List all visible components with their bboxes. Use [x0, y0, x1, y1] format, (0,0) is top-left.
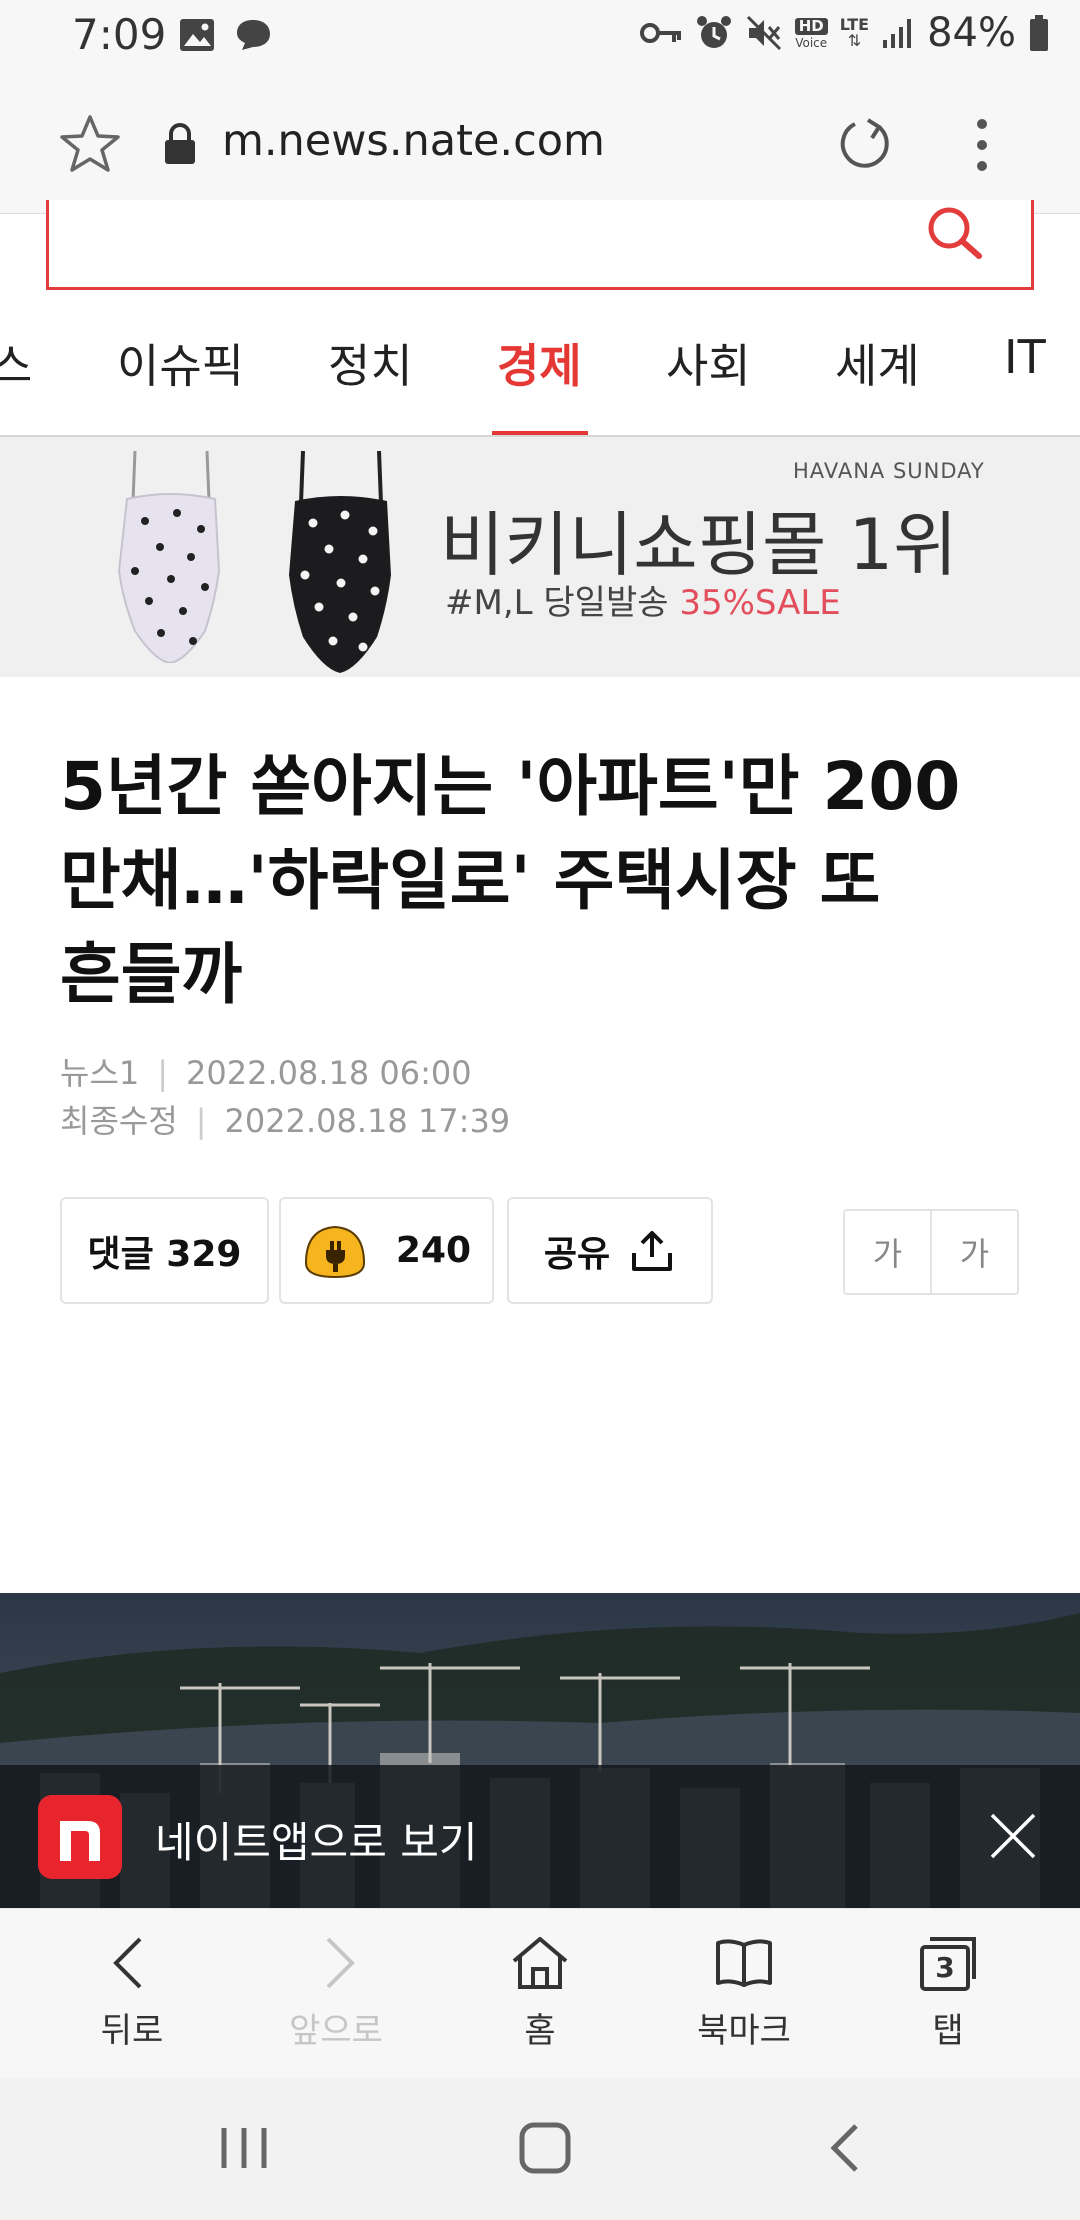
- article-meta-modified: 최종수정 | 2022.08.18 17:39: [60, 1096, 510, 1142]
- article-title-line: 만채…'하락일로' 주택시장 또: [60, 842, 881, 919]
- status-time: 7:09: [72, 10, 167, 59]
- chat-bubble-icon: [237, 20, 270, 50]
- forward-button[interactable]: 앞으로: [266, 1931, 406, 2052]
- home-label: 홈: [524, 2011, 556, 2051]
- comments-label: 댓글 329: [87, 1233, 242, 1275]
- ad-subtitle: #M,L 당일발송 35%SALE: [445, 575, 841, 624]
- tabs-label: 탭: [932, 2011, 964, 2051]
- category-tab-society[interactable]: 사회: [666, 330, 751, 396]
- reaction-emoji-icon: [304, 1225, 365, 1278]
- category-tab-politics[interactable]: 정치: [328, 330, 413, 396]
- category-tab-world[interactable]: 세계: [835, 330, 920, 396]
- bookmarks-button[interactable]: 북마크: [674, 1931, 814, 2052]
- app-banner-text[interactable]: 네이트앱으로 보기: [155, 1809, 477, 1870]
- article-title-line: 흔들까: [60, 936, 243, 1013]
- comments-button[interactable]: 댓글 329: [60, 1197, 269, 1304]
- more-menu-icon[interactable]: [968, 116, 996, 174]
- share-label: 공유: [543, 1233, 611, 1275]
- nate-app-logo: [38, 1795, 122, 1879]
- status-bar: 7:09 HD Voice LTE ⇅ 84%: [0, 0, 1080, 72]
- category-tab-economy[interactable]: 경제: [497, 330, 582, 396]
- back-label: 뒤로: [100, 2011, 164, 2051]
- reload-icon[interactable]: [835, 116, 893, 174]
- nate-n-logo-icon: [60, 1821, 100, 1861]
- key-icon: [639, 23, 681, 43]
- modified-label: 최종수정: [60, 1102, 178, 1140]
- ad-banner[interactable]: HAVANA SUNDAY 비키니쇼핑몰 1위 #M,L 당일발송 35%SAL…: [0, 437, 1080, 677]
- tabs-icon: 3: [916, 1931, 980, 1995]
- chevron-left-icon: [113, 1937, 142, 1989]
- hd-label: HD: [794, 17, 828, 35]
- url-bar: m.news.nate.com: [0, 72, 1080, 214]
- reaction-count: 240: [395, 1230, 472, 1271]
- search-icon[interactable]: [923, 206, 987, 262]
- image-icon: [180, 19, 214, 51]
- share-button[interactable]: 공유: [507, 1197, 713, 1304]
- category-tab-partial[interactable]: 스: [0, 330, 32, 396]
- chevron-right-icon: [326, 1937, 355, 1989]
- home-nav-icon[interactable]: [515, 2118, 575, 2178]
- black-swimsuit-image: [289, 451, 391, 673]
- ad-subtitle-text: #M,L 당일발송: [445, 583, 680, 623]
- tab-count: 3: [935, 1951, 955, 1984]
- category-nav: 스 이슈픽 정치 경제 사회 세계 IT: [0, 310, 1080, 437]
- article-meta-published: 뉴스1 | 2022.08.18 06:00: [60, 1048, 472, 1094]
- font-size-decrease-button[interactable]: 가: [845, 1211, 930, 1293]
- close-icon[interactable]: [988, 1811, 1038, 1861]
- ad-sale-text: 35%SALE: [679, 583, 841, 623]
- alarm-icon: [696, 16, 731, 48]
- meta-divider: |: [157, 1054, 169, 1092]
- article-title-line: 5년간 쏟아지는 '아파트'만 200: [60, 748, 961, 825]
- voice-label: Voice: [795, 35, 828, 50]
- article-title: 5년간 쏟아지는 '아파트'만 200 만채…'하락일로' 주택시장 또 흔들까: [60, 740, 1020, 1022]
- home-button[interactable]: 홈: [470, 1931, 610, 2052]
- status-right-icons: HD Voice LTE ⇅ 84%: [639, 10, 1050, 56]
- lock-icon: [165, 123, 195, 164]
- system-navigation-bar: [0, 2078, 1080, 2220]
- back-nav-icon[interactable]: [818, 2118, 878, 2178]
- font-size-controls: 가 가: [843, 1209, 1019, 1295]
- white-swimsuit-image: [117, 451, 221, 663]
- battery-icon: [1030, 15, 1048, 51]
- browser-bottom-bar: 뒤로 앞으로 홈 북마크 3 탭: [0, 1908, 1080, 2078]
- url-text[interactable]: m.news.nate.com: [222, 116, 605, 166]
- bookmarks-label: 북마크: [697, 2011, 791, 2051]
- article-source: 뉴스1: [60, 1054, 140, 1092]
- ad-brand: HAVANA SUNDAY: [793, 459, 985, 483]
- status-left-icons: [178, 16, 272, 54]
- meta-divider: |: [195, 1102, 207, 1140]
- article-modified-time: 2022.08.18 17:39: [224, 1102, 511, 1140]
- reaction-button[interactable]: 240: [279, 1197, 494, 1304]
- tabs-button[interactable]: 3 탭: [878, 1931, 1018, 2052]
- search-box[interactable]: [46, 200, 1034, 290]
- category-tab-issue-pick[interactable]: 이슈픽: [117, 330, 244, 396]
- home-icon: [512, 1937, 568, 1989]
- bookmark-book-icon: [716, 1939, 772, 1987]
- mute-icon: [746, 15, 781, 51]
- star-icon[interactable]: [58, 112, 122, 176]
- forward-label: 앞으로: [289, 2011, 383, 2051]
- category-tab-it[interactable]: IT: [1004, 330, 1046, 384]
- font-size-increase-button[interactable]: 가: [930, 1211, 1017, 1293]
- data-arrows-icon: ⇅: [847, 31, 862, 50]
- article-published-time: 2022.08.18 06:00: [186, 1054, 472, 1092]
- hd-voice-icon: HD Voice: [794, 17, 828, 50]
- back-button[interactable]: 뒤로: [62, 1931, 202, 2052]
- app-open-banner[interactable]: 네이트앱으로 보기: [0, 1765, 1080, 1908]
- battery-percent: 84%: [927, 10, 1016, 56]
- lte-icon: LTE ⇅: [840, 17, 869, 49]
- share-icon: [632, 1230, 673, 1271]
- recent-apps-icon[interactable]: [214, 2118, 274, 2178]
- signal-icon: [883, 19, 912, 48]
